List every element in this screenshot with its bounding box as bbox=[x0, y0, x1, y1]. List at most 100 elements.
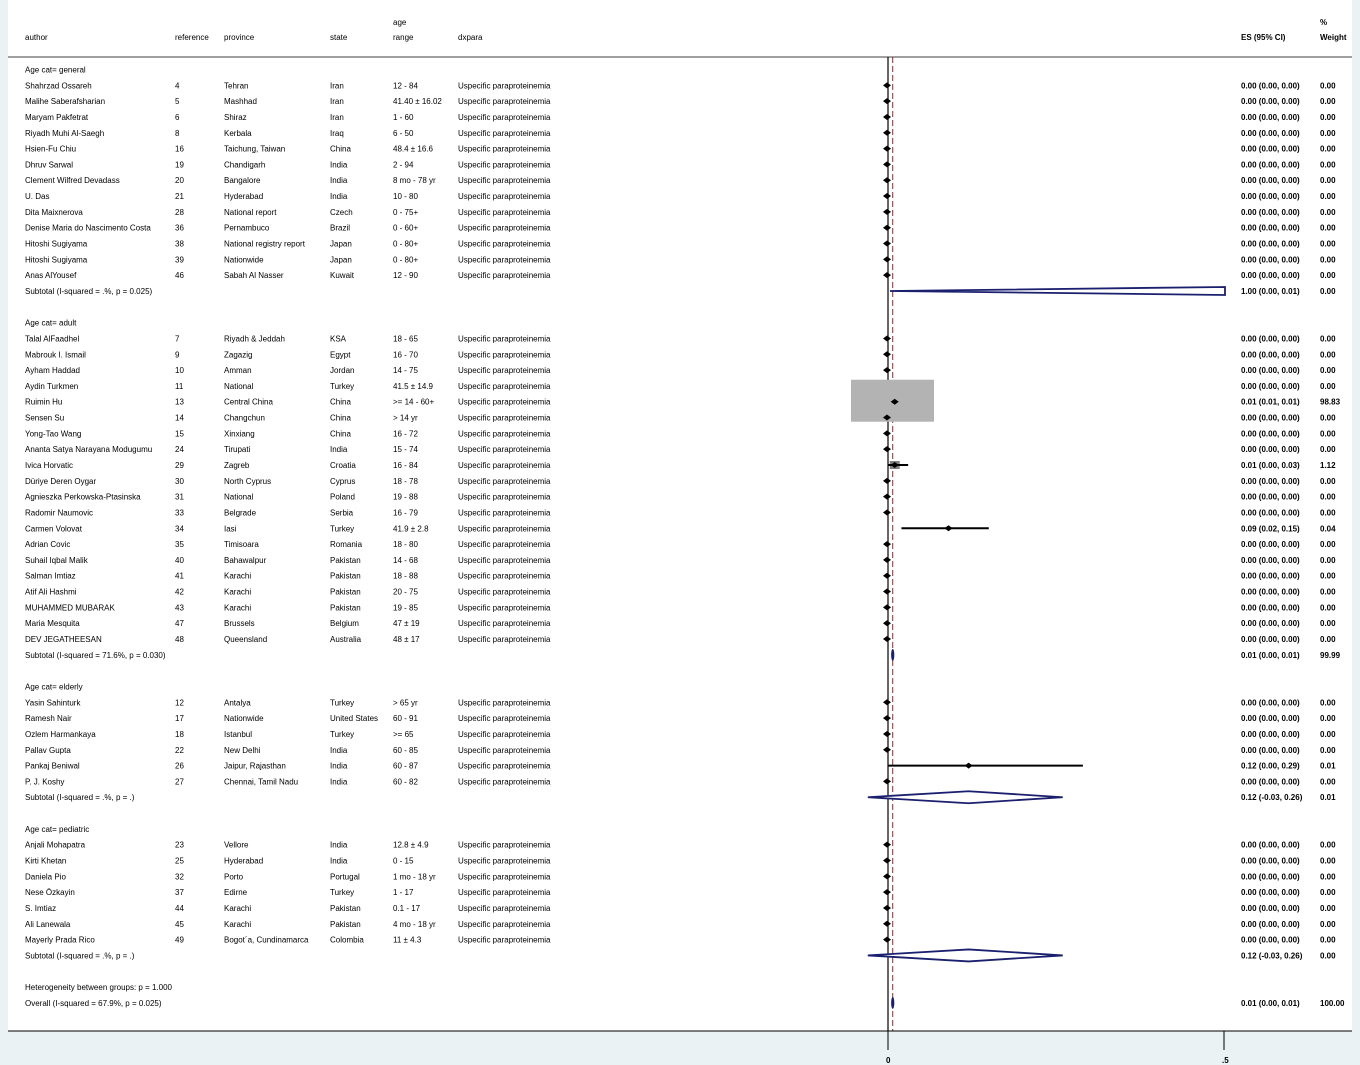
study-reference: 10 bbox=[175, 366, 184, 375]
study-province: Bogot´a, Cundinamarca bbox=[224, 936, 309, 945]
study-reference: 33 bbox=[175, 508, 184, 517]
study-age-range: 47 ± 19 bbox=[393, 619, 420, 628]
study-dxpara: Uspecific paraproteinemia bbox=[458, 255, 551, 264]
study-state: Pakistan bbox=[330, 920, 361, 929]
point-estimate bbox=[883, 177, 891, 184]
study-reference: 38 bbox=[175, 240, 184, 249]
study-es-ci: 0.00 (0.00, 0.00) bbox=[1241, 936, 1300, 945]
study-state: Egypt bbox=[330, 350, 351, 359]
point-estimate bbox=[883, 889, 891, 896]
study-dxpara: Uspecific paraproteinemia bbox=[458, 714, 551, 723]
subtotal-diamond bbox=[889, 286, 1226, 296]
study-dxpara: Uspecific paraproteinemia bbox=[458, 271, 551, 280]
study-weight: 0.00 bbox=[1320, 350, 1336, 359]
study-reference: 16 bbox=[175, 145, 184, 154]
study-state: India bbox=[330, 192, 348, 201]
study-es-ci: 0.00 (0.00, 0.00) bbox=[1241, 240, 1300, 249]
study-author: Ozlem Harmankaya bbox=[25, 730, 96, 739]
study-province: Nationwide bbox=[224, 714, 264, 723]
study-state: Serbia bbox=[330, 508, 354, 517]
study-dxpara: Uspecific paraproteinemia bbox=[458, 493, 551, 502]
point-estimate bbox=[883, 620, 891, 627]
study-reference: 31 bbox=[175, 493, 184, 502]
group-label: Age cat= elderly bbox=[25, 682, 83, 691]
study-author: Anjali Mohapatra bbox=[25, 841, 86, 850]
study-age-range: 0 - 60+ bbox=[393, 224, 418, 233]
study-es-ci: 0.00 (0.00, 0.00) bbox=[1241, 888, 1300, 897]
point-estimate bbox=[883, 778, 891, 785]
study-state: Cyprus bbox=[330, 477, 355, 486]
study-author: S. Imtiaz bbox=[25, 904, 56, 913]
heterogeneity-label: Heterogeneity between groups: p = 1.000 bbox=[25, 983, 173, 992]
study-state: Turkey bbox=[330, 888, 354, 897]
study-state: Turkey bbox=[330, 730, 354, 739]
study-province: Mashhad bbox=[224, 97, 257, 106]
study-reference: 8 bbox=[175, 129, 180, 138]
study-es-ci: 0.00 (0.00, 0.00) bbox=[1241, 113, 1300, 122]
study-reference: 17 bbox=[175, 714, 184, 723]
study-author: Maria Mesquita bbox=[25, 619, 80, 628]
study-age-range: 48 ± 17 bbox=[393, 635, 420, 644]
point-estimate bbox=[883, 493, 891, 500]
study-state: Romania bbox=[330, 540, 363, 549]
study-dxpara: Uspecific paraproteinemia bbox=[458, 572, 551, 581]
study-dxpara: Uspecific paraproteinemia bbox=[458, 904, 551, 913]
study-es-ci: 0.00 (0.00, 0.00) bbox=[1241, 176, 1300, 185]
study-state: Brazil bbox=[330, 224, 350, 233]
study-reference: 9 bbox=[175, 350, 180, 359]
study-weight: 0.00 bbox=[1320, 224, 1336, 233]
header-age-top: age bbox=[393, 18, 407, 27]
x-axis-tick-label: .5 bbox=[1222, 1056, 1229, 1065]
study-es-ci: 0.00 (0.00, 0.00) bbox=[1241, 493, 1300, 502]
study-age-range: 16 - 79 bbox=[393, 508, 418, 517]
study-es-ci: 0.00 (0.00, 0.00) bbox=[1241, 366, 1300, 375]
subtotal-es-ci: 0.01 (0.00, 0.01) bbox=[1241, 651, 1300, 660]
study-state: KSA bbox=[330, 334, 347, 343]
point-estimate bbox=[883, 857, 891, 864]
study-state: Portugal bbox=[330, 872, 360, 881]
point-estimate bbox=[883, 699, 891, 706]
study-state: India bbox=[330, 777, 348, 786]
overall-weight: 100.00 bbox=[1320, 999, 1345, 1008]
study-author: Yasin Sahinturk bbox=[25, 698, 81, 707]
study-reference: 7 bbox=[175, 334, 180, 343]
study-age-range: 18 - 80 bbox=[393, 540, 418, 549]
study-dxpara: Uspecific paraproteinemia bbox=[458, 350, 551, 359]
study-province: Porto bbox=[224, 872, 244, 881]
study-age-range: 14 - 68 bbox=[393, 556, 418, 565]
study-reference: 39 bbox=[175, 255, 184, 264]
study-author: Denise Maria do Nascimento Costa bbox=[25, 224, 151, 233]
study-es-ci: 0.00 (0.00, 0.00) bbox=[1241, 129, 1300, 138]
study-age-range: 16 - 72 bbox=[393, 429, 418, 438]
study-weight: 0.00 bbox=[1320, 477, 1336, 486]
study-es-ci: 0.00 (0.00, 0.00) bbox=[1241, 445, 1300, 454]
study-province: Jaipur, Rajasthan bbox=[224, 762, 286, 771]
study-es-ci: 0.00 (0.00, 0.00) bbox=[1241, 255, 1300, 264]
point-estimate bbox=[883, 556, 891, 563]
study-province: Karachi bbox=[224, 588, 251, 597]
study-state: China bbox=[330, 429, 351, 438]
overall-label: Overall (I-squared = 67.9%, p = 0.025) bbox=[25, 999, 162, 1008]
header-weight-top: % bbox=[1320, 18, 1327, 27]
study-province: Belgrade bbox=[224, 508, 257, 517]
point-estimate bbox=[883, 841, 891, 848]
study-age-range: 0.1 - 17 bbox=[393, 904, 421, 913]
study-weight: 98.83 bbox=[1320, 398, 1341, 407]
study-state: Czech bbox=[330, 208, 353, 217]
study-weight: 0.00 bbox=[1320, 508, 1336, 517]
study-es-ci: 0.00 (0.00, 0.00) bbox=[1241, 97, 1300, 106]
study-reference: 48 bbox=[175, 635, 184, 644]
pooled-diamond bbox=[891, 996, 895, 1009]
point-estimate bbox=[883, 367, 891, 374]
study-author: Talal AlFaadhel bbox=[25, 334, 79, 343]
study-province: Edirne bbox=[224, 888, 248, 897]
study-state: China bbox=[330, 414, 351, 423]
study-province: New Delhi bbox=[224, 746, 261, 755]
study-state: Jordan bbox=[330, 366, 354, 375]
study-age-range: 6 - 50 bbox=[393, 129, 414, 138]
study-weight: 0.00 bbox=[1320, 777, 1336, 786]
study-author: Ruimin Hu bbox=[25, 398, 62, 407]
study-dxpara: Uspecific paraproteinemia bbox=[458, 508, 551, 517]
study-weight: 0.00 bbox=[1320, 113, 1336, 122]
study-reference: 28 bbox=[175, 208, 184, 217]
